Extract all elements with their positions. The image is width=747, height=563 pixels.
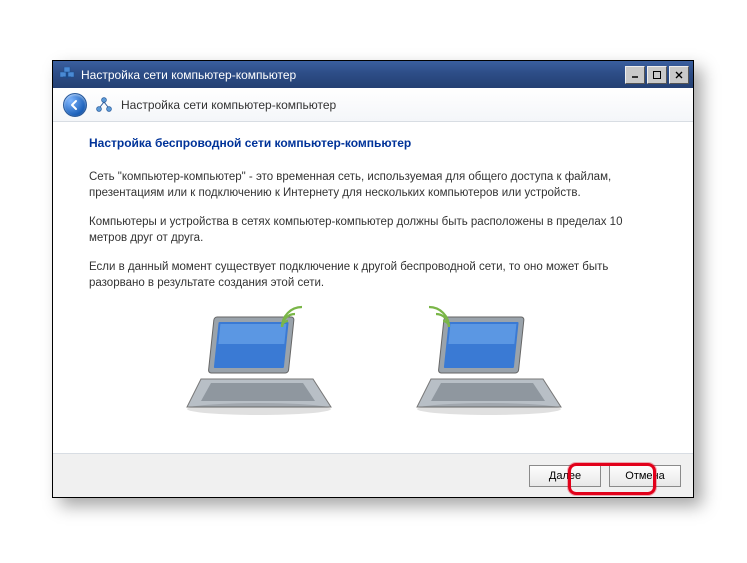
content-area: Настройка беспроводной сети компьютер-ко… [53, 122, 693, 453]
content-para-2: Компьютеры и устройства в сетях компьюте… [89, 215, 657, 246]
content-para-3: Если в данный момент существует подключе… [89, 260, 657, 291]
header-band: Настройка сети компьютер-компьютер [53, 88, 693, 122]
content-para-1: Сеть "компьютер-компьютер" - это временн… [89, 170, 657, 201]
back-button[interactable] [63, 93, 87, 117]
content-heading: Настройка беспроводной сети компьютер-ко… [89, 136, 657, 150]
network-icon [95, 96, 113, 114]
minimize-button[interactable] [625, 66, 645, 84]
footer: Далее Отмена [53, 453, 693, 497]
wifi-wave-icon [278, 303, 306, 334]
illustration [89, 309, 657, 419]
app-icon [59, 67, 75, 83]
laptop-left-icon [183, 309, 333, 419]
wifi-wave-icon [425, 303, 453, 334]
header-title: Настройка сети компьютер-компьютер [121, 98, 336, 112]
maximize-button[interactable] [647, 66, 667, 84]
wizard-window: Настройка сети компьютер-компьютер [52, 60, 694, 498]
laptop-right-icon [413, 309, 563, 419]
close-button[interactable] [669, 66, 689, 84]
titlebar: Настройка сети компьютер-компьютер [53, 61, 693, 88]
window-title: Настройка сети компьютер-компьютер [81, 68, 623, 82]
next-button[interactable]: Далее [529, 465, 601, 487]
cancel-button[interactable]: Отмена [609, 465, 681, 487]
